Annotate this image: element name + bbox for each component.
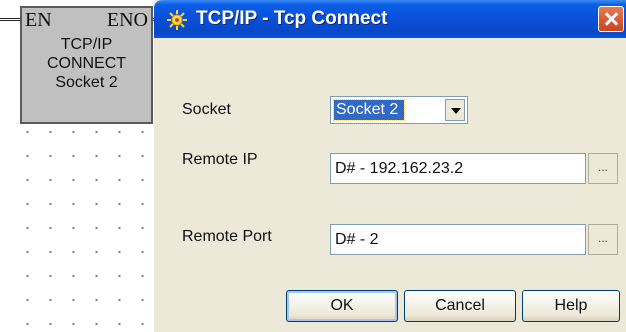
socket-select[interactable]: Socket 2 <box>330 96 468 124</box>
remote-port-label: Remote Port <box>182 228 272 245</box>
remote-port-browse-button[interactable]: ... <box>588 224 618 255</box>
close-button[interactable] <box>598 6 624 32</box>
grid-dots <box>10 130 155 330</box>
help-button[interactable]: Help <box>522 290 620 322</box>
socket-selected-value: Socket 2 <box>332 99 406 121</box>
ladder-diagram: EN ENO TCP/IP CONNECT Socket 2 <box>0 0 165 332</box>
socket-label: Socket <box>182 101 231 118</box>
tcp-connect-dialog: TCP/IP - Tcp Connect Socket Socket 2 Rem… <box>154 0 626 332</box>
sun-icon <box>167 10 187 30</box>
ok-button[interactable]: OK <box>286 290 398 322</box>
remote-ip-field[interactable]: D# - 192.162.23.2 <box>330 153 586 184</box>
tcp-connect-function-block[interactable]: EN ENO TCP/IP CONNECT Socket 2 <box>20 6 153 124</box>
remote-ip-browse-button[interactable]: ... <box>588 153 618 184</box>
eno-pin-label: ENO <box>106 9 148 31</box>
en-pin-label: EN <box>25 9 52 31</box>
cancel-button[interactable]: Cancel <box>404 290 516 322</box>
block-line-1: TCP/IP <box>60 36 113 53</box>
dialog-title: TCP/IP - Tcp Connect <box>196 8 388 29</box>
block-line-3: Socket 2 <box>55 74 118 91</box>
rung-line-left <box>0 18 22 21</box>
dialog-titlebar[interactable]: TCP/IP - Tcp Connect <box>154 0 626 38</box>
dropdown-arrow-icon[interactable] <box>445 99 465 121</box>
block-line-2: CONNECT <box>46 55 127 72</box>
remote-ip-label: Remote IP <box>182 151 258 168</box>
remote-port-field[interactable]: D# - 2 <box>330 224 586 255</box>
